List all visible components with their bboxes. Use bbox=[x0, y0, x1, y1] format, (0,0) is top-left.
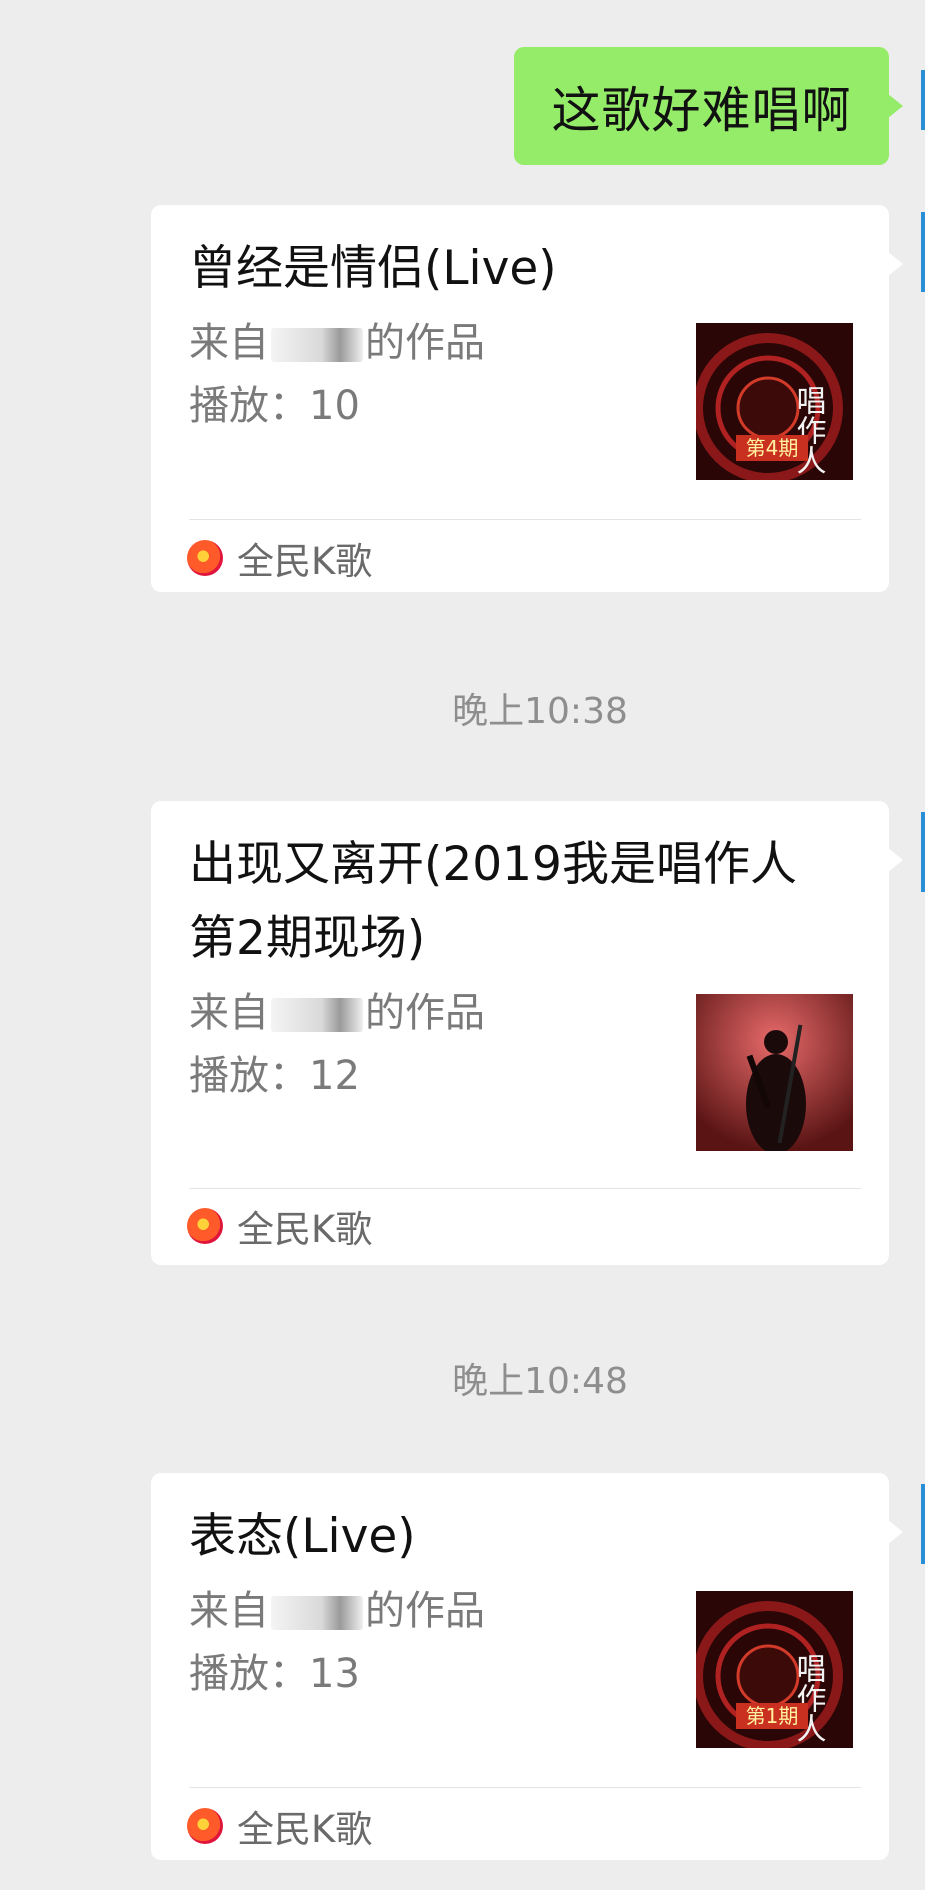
cover-badge: 第4期 bbox=[746, 436, 799, 460]
song-cover-image bbox=[696, 994, 853, 1151]
source-prefix: 来自 bbox=[189, 320, 269, 366]
app-source[interactable]: 全民K歌 bbox=[187, 533, 372, 583]
message-text: 这歌好难唱啊 bbox=[551, 81, 852, 139]
timestamp: 晚上10:48 bbox=[452, 1361, 628, 1402]
song-source: 来自 的作品 bbox=[189, 988, 485, 1038]
song-cover-image: 唱作人 第4期 bbox=[696, 323, 853, 480]
source-prefix: 来自 bbox=[189, 990, 269, 1036]
app-source[interactable]: 全民K歌 bbox=[187, 1201, 372, 1251]
song-share-card[interactable]: 出现又离开(2019我是唱作人第2期现场) 来自 的作品 播放：12 全民K歌 bbox=[151, 801, 903, 1265]
song-share-card[interactable]: 曾经是情侣(Live) 来自 的作品 播放：10 唱作人 第4期 全民K歌 bbox=[151, 205, 903, 592]
redacted-username bbox=[271, 1596, 363, 1630]
avatar-edge[interactable] bbox=[921, 812, 925, 892]
cover-title: 唱作人 bbox=[791, 1653, 826, 1743]
kge-app-icon bbox=[187, 1808, 223, 1844]
redacted-username bbox=[271, 998, 363, 1032]
song-source: 来自 的作品 bbox=[189, 318, 485, 368]
source-suffix: 的作品 bbox=[365, 990, 485, 1036]
song-source: 来自 的作品 bbox=[189, 1586, 485, 1636]
avatar-edge[interactable] bbox=[921, 70, 925, 130]
app-name: 全民K歌 bbox=[237, 540, 373, 583]
app-name: 全民K歌 bbox=[237, 1208, 373, 1251]
source-prefix: 来自 bbox=[189, 1588, 269, 1634]
cover-title: 唱作人 bbox=[791, 385, 826, 475]
card-divider bbox=[189, 1787, 861, 1788]
redacted-username bbox=[271, 328, 363, 362]
song-cover-image: 唱作人 第1期 bbox=[696, 1591, 853, 1748]
card-divider bbox=[189, 1188, 861, 1189]
source-suffix: 的作品 bbox=[365, 320, 485, 366]
avatar-edge[interactable] bbox=[921, 212, 925, 292]
play-count: 播放：13 bbox=[189, 1651, 360, 1697]
play-count: 播放：12 bbox=[189, 1053, 360, 1099]
sent-message-bubble[interactable]: 这歌好难唱啊 bbox=[514, 47, 903, 165]
app-source[interactable]: 全民K歌 bbox=[187, 1801, 372, 1851]
avatar-edge[interactable] bbox=[921, 1484, 925, 1564]
card-divider bbox=[189, 519, 861, 520]
song-title: 曾经是情侣(Live) bbox=[189, 241, 557, 296]
app-name: 全民K歌 bbox=[237, 1808, 373, 1851]
song-title: 表态(Live) bbox=[189, 1509, 416, 1564]
kge-app-icon bbox=[187, 1208, 223, 1244]
cover-badge: 第1期 bbox=[746, 1704, 799, 1728]
timestamp: 晚上10:38 bbox=[452, 691, 628, 732]
song-share-card[interactable]: 表态(Live) 来自 的作品 播放：13 唱作人 第1期 全民K歌 bbox=[151, 1473, 903, 1860]
play-count: 播放：10 bbox=[189, 383, 360, 429]
source-suffix: 的作品 bbox=[365, 1588, 485, 1634]
kge-app-icon bbox=[187, 540, 223, 576]
song-title: 出现又离开(2019我是唱作人第2期现场) bbox=[189, 837, 797, 966]
